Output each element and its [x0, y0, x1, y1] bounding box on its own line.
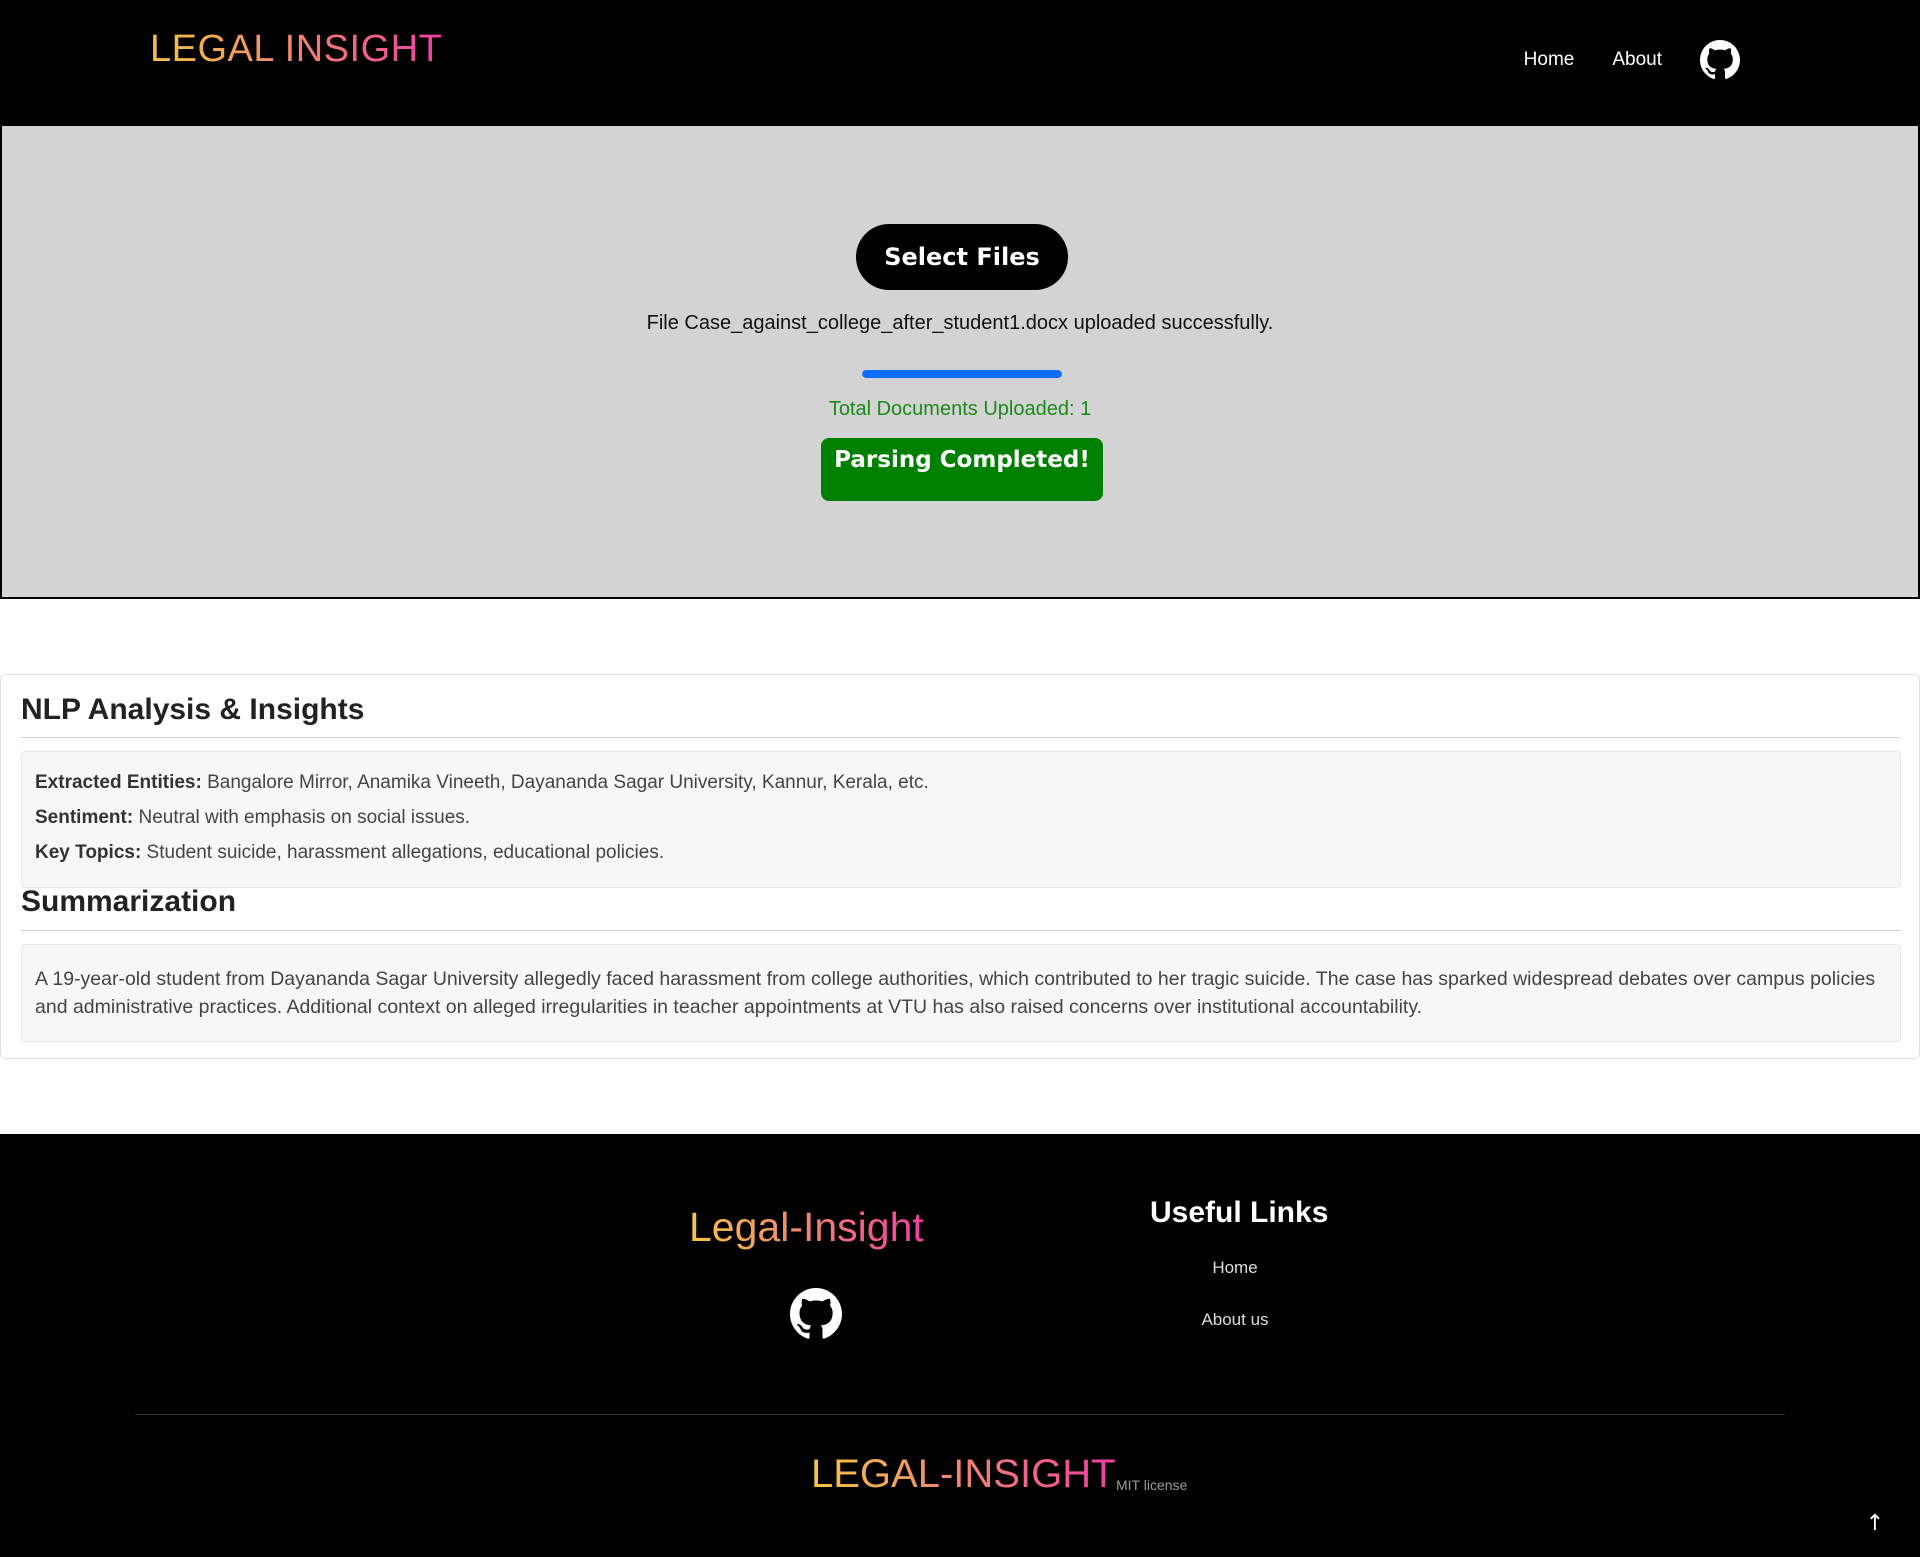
site-logo[interactable]: LEGAL INSIGHT	[150, 28, 442, 71]
site-header: LEGAL INSIGHT Home About	[0, 0, 1920, 124]
license-text: MIT license	[1116, 1477, 1188, 1493]
footer-brand: Legal-Insight	[689, 1204, 924, 1250]
total-documents-count: Total Documents Uploaded: 1	[828, 398, 1092, 420]
summarization-divider	[21, 930, 1901, 931]
entities-value: Bangalore Mirror, Anamika Vineeth, Dayan…	[201, 772, 929, 793]
topics-label: Key Topics:	[35, 842, 142, 863]
github-icon[interactable]	[790, 1288, 842, 1340]
topics-value: Student suicide, harassment allegations,…	[141, 842, 665, 863]
sentiment-label: Sentiment:	[35, 807, 134, 828]
analysis-card: NLP Analysis & Insights Extracted Entiti…	[0, 674, 1920, 1059]
useful-links-title: Useful Links	[1150, 1196, 1329, 1229]
entities-label: Extracted Entities:	[35, 772, 202, 793]
upload-section: Select Files File Case_against_college_a…	[0, 124, 1920, 599]
parsing-status-badge: Parsing Completed!	[821, 438, 1103, 501]
summary-text: A 19-year-old student from Dayananda Sag…	[35, 968, 1876, 1018]
summary-panel: A 19-year-old student from Dayananda Sag…	[21, 944, 1901, 1042]
entities-row: Extracted Entities: Bangalore Mirror, An…	[35, 772, 929, 794]
analysis-divider	[21, 737, 1901, 738]
select-files-button[interactable]: Select Files	[856, 224, 1068, 290]
upload-progress-bar	[862, 370, 1062, 378]
nav-home-link[interactable]: Home	[1524, 49, 1575, 71]
site-footer: Legal-Insight Useful Links Home About us…	[0, 1134, 1920, 1557]
insights-panel: Extracted Entities: Bangalore Mirror, An…	[21, 751, 1901, 888]
sentiment-row: Sentiment: Neutral with emphasis on soci…	[35, 807, 470, 829]
github-icon[interactable]	[1700, 40, 1740, 80]
sentiment-value: Neutral with emphasis on social issues.	[133, 807, 471, 828]
footer-home-link[interactable]: Home	[1150, 1258, 1320, 1278]
topics-row: Key Topics: Student suicide, harassment …	[35, 842, 664, 864]
analysis-title: NLP Analysis & Insights	[21, 693, 365, 726]
upload-status-message: File Case_against_college_after_student1…	[646, 312, 1274, 334]
arrow-up-icon[interactable]: ↑	[1860, 1509, 1890, 1539]
footer-bottom-brand: LEGAL-INSIGHT	[811, 1452, 1116, 1496]
footer-divider	[135, 1414, 1785, 1415]
footer-about-link[interactable]: About us	[1150, 1310, 1320, 1330]
nav-about-link[interactable]: About	[1612, 49, 1662, 71]
summarization-title: Summarization	[21, 885, 237, 918]
upload-progress-fill	[862, 370, 1062, 378]
main-nav: Home About	[1524, 40, 1740, 80]
